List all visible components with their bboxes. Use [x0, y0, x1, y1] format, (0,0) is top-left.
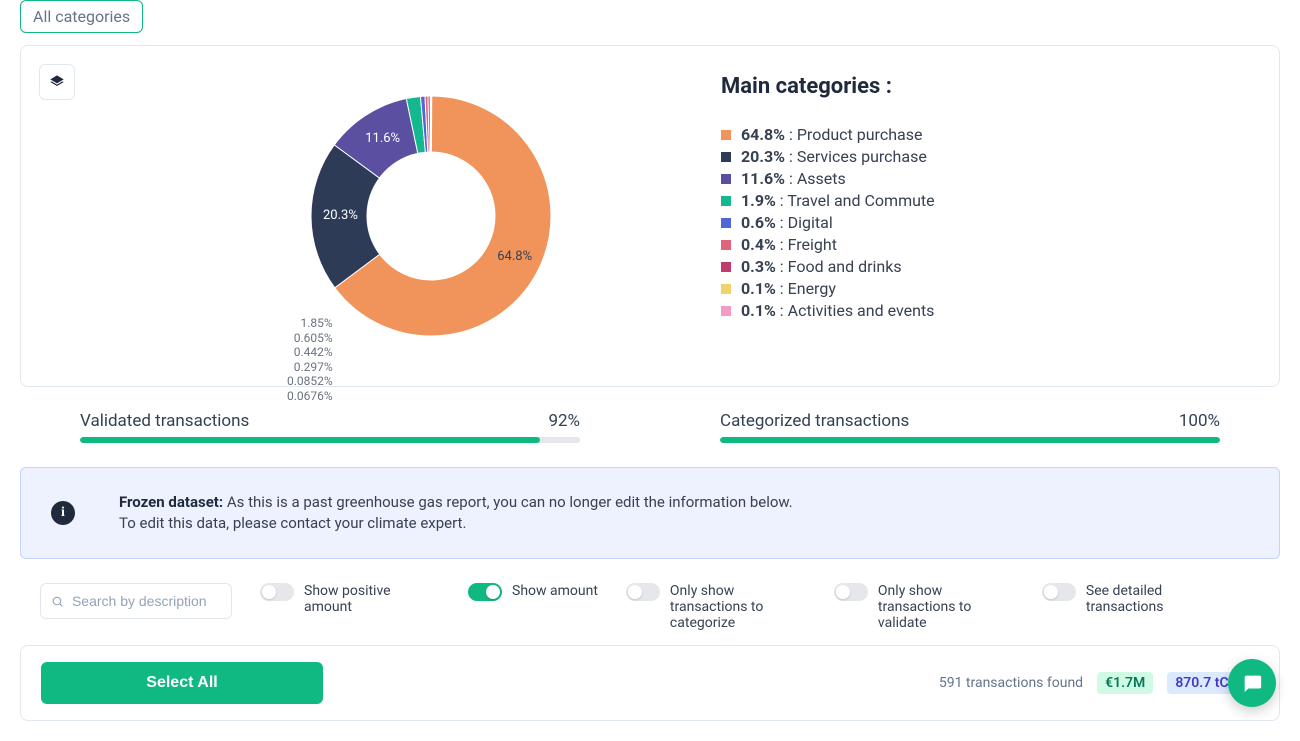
legend-item: 64.8% : Product purchase [721, 125, 935, 144]
search-input-wrap[interactable] [40, 583, 232, 619]
legend-item: 0.4% : Freight [721, 235, 935, 254]
transactions-summary: 591 transactions found €1.7M 870.7 tCO₂e [939, 672, 1259, 694]
legend-title: Main categories : [721, 74, 935, 99]
categories-filter[interactable]: All categories [20, 0, 143, 33]
validated-label: Validated transactions [80, 411, 249, 431]
frozen-dataset-banner: i Frozen dataset: As this is a past gree… [20, 467, 1280, 559]
transactions-header: Select All 591 transactions found €1.7M … [20, 645, 1280, 721]
filter-current: All categories [33, 7, 130, 26]
toggle-positive[interactable]: Show positive amount [260, 583, 440, 615]
legend-item: 0.3% : Food and drinks [721, 257, 935, 276]
filters-row: Show positive amount Show amount Only sh… [20, 583, 1280, 631]
toggle-amount[interactable]: Show amount [468, 583, 598, 601]
legend: Main categories : 64.8% : Product purcha… [721, 66, 935, 323]
select-all-button[interactable]: Select All [41, 662, 323, 704]
legend-item: 1.9% : Travel and Commute [721, 191, 935, 210]
categorized-progress: Categorized transactions 100% [720, 411, 1220, 443]
categorized-percent: 100% [1179, 411, 1220, 431]
amount-badge: €1.7M [1097, 672, 1153, 694]
chat-icon [1241, 672, 1263, 694]
legend-item: 0.1% : Activities and events [721, 301, 935, 320]
legend-item: 20.3% : Services purchase [721, 147, 935, 166]
transactions-count: 591 transactions found [939, 675, 1083, 691]
info-text: Frozen dataset: As this is a past greenh… [119, 492, 793, 534]
validated-percent: 92% [548, 411, 580, 431]
legend-item: 0.1% : Energy [721, 279, 935, 298]
categories-card: 1.85%0.605%0.442%0.297%0.0852%0.0676% 64… [20, 45, 1280, 387]
progress-row: Validated transactions 92% Categorized t… [20, 411, 1280, 443]
legend-item: 11.6% : Assets [721, 169, 935, 188]
search-icon [51, 594, 64, 609]
categorized-label: Categorized transactions [720, 411, 909, 431]
donut-chart: 1.85%0.605%0.442%0.297%0.0852%0.0676% 64… [41, 66, 581, 366]
toggle-to-validate[interactable]: Only show transactions to validate [834, 583, 1014, 631]
toggle-detailed[interactable]: See detailed transactions [1042, 583, 1222, 615]
search-input[interactable] [70, 592, 221, 610]
validated-progress: Validated transactions 92% [80, 411, 580, 443]
toggle-to-categorize[interactable]: Only show transactions to categorize [626, 583, 806, 631]
legend-item: 0.6% : Digital [721, 213, 935, 232]
info-icon: i [51, 501, 75, 525]
chat-button[interactable] [1228, 659, 1276, 707]
